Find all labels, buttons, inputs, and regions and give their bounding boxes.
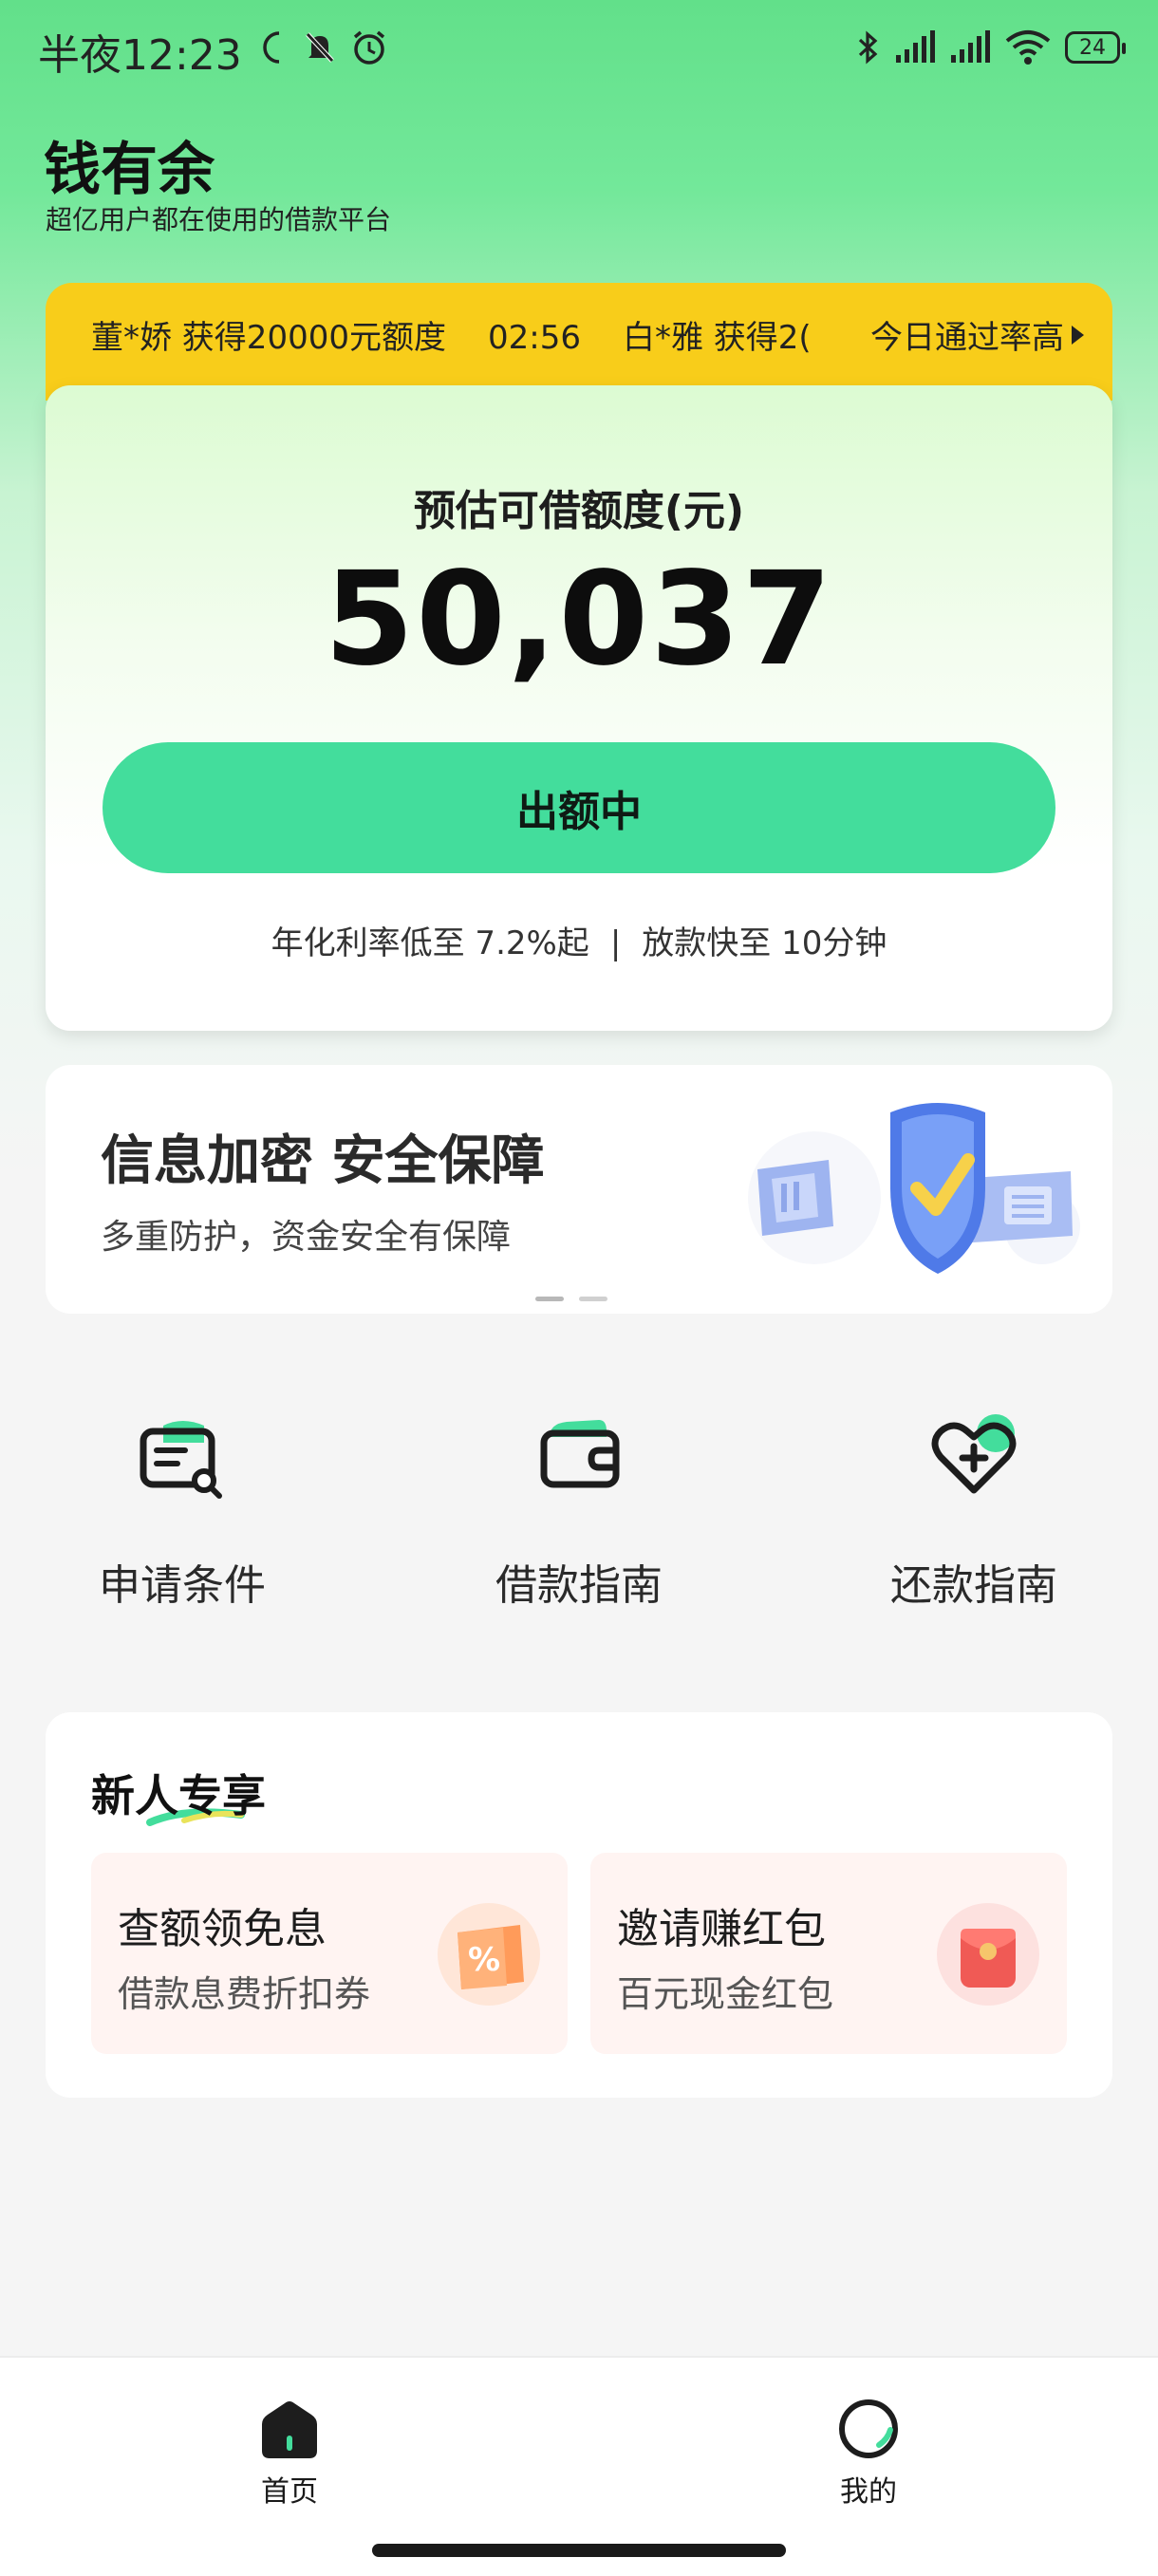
home-icon [262, 2401, 317, 2458]
status-right-icons: 24 [856, 27, 1126, 68]
home-indicator[interactable] [372, 2544, 786, 2557]
pagination-dot-active [535, 1297, 564, 1301]
banner-subtitle: 多重防护，资金安全有保障 [101, 1218, 512, 1257]
quick-actions: 申请条件 借款指南 还款指南 [0, 1405, 1158, 1633]
mute-bell-icon [306, 32, 334, 63]
signal-icon [951, 30, 990, 63]
quick-action-loan-guide[interactable]: 借款指南 [437, 1405, 721, 1612]
quick-action-label: 借款指南 [495, 1561, 663, 1610]
ticker-item: 董*娇 获得20000元额度 [91, 319, 446, 355]
ticker-track: 董*娇 获得20000元额度 02:56 白*雅 获得2( [91, 311, 850, 355]
credit-estimate-card: 预估可借额度(元) 50,037 出额中 年化利率低至 7.2%起 | 放款快至 1… [46, 385, 1112, 1031]
quick-action-repayment-guide[interactable]: 还款指南 [831, 1405, 1116, 1612]
nav-item-home[interactable]: 首页 [195, 2396, 384, 2510]
shield-illustration [748, 1103, 1080, 1274]
promo-title: 查额领免息 [118, 1905, 327, 1953]
wallet-icon [540, 1420, 620, 1488]
nav-label: 首页 [261, 2475, 318, 2509]
promo-title: 邀请赚红包 [617, 1905, 826, 1953]
quick-action-label: 申请条件 [99, 1561, 266, 1610]
app-subtitle: 超亿用户都在使用的借款平台 [46, 204, 392, 235]
rate-note-interest: 年化利率低至 7.2%起 [271, 924, 589, 962]
ticker-item: 02:56 [487, 319, 581, 355]
promo-card-invite-red-packet[interactable]: 邀请赚红包 百元现金红包 [590, 1853, 1067, 2054]
credit-limit-amount: 50,037 [324, 545, 834, 695]
bluetooth-icon [858, 30, 878, 65]
svg-text:%: % [468, 1941, 500, 1979]
ticker-pass-rate[interactable]: 今日通过率高 [870, 311, 1084, 358]
discount-coupon-icon: % [438, 1903, 540, 2006]
banner-pagination [535, 1297, 607, 1301]
status-time: 半夜12:23 [38, 31, 242, 80]
signal-icon [896, 30, 935, 63]
banner-title: 信息加密 安全保障 [101, 1130, 545, 1192]
application-conditions-icon [140, 1421, 222, 1499]
app-title: 钱有余 [44, 137, 215, 203]
quick-action-application-conditions[interactable]: 申请条件 [40, 1405, 325, 1612]
ticker-item: 白*雅 获得2( [622, 319, 812, 355]
rate-note-separator: | [609, 924, 622, 962]
play-arrow-icon [1072, 325, 1084, 345]
alarm-icon [353, 30, 385, 65]
promo-subtitle: 借款息费折扣券 [118, 1973, 371, 2015]
promo-subtitle: 百元现金红包 [617, 1973, 834, 2015]
wifi-icon [1005, 30, 1051, 65]
red-envelope-icon [937, 1903, 1039, 2006]
rate-note-speed: 放款快至 10分钟 [642, 924, 887, 962]
get-limit-button[interactable]: 出额中 [103, 742, 1055, 873]
security-banner[interactable]: 信息加密 安全保障 多重防护，资金安全有保障 [46, 1065, 1112, 1314]
section-title: 新人专享 [91, 1770, 266, 1821]
status-bar: 半夜12:23 24 [0, 0, 1158, 95]
heart-plus-icon [931, 1414, 1017, 1494]
battery-icon: 24 [1065, 31, 1126, 64]
credit-limit-label: 预估可借额度(元) [413, 487, 745, 535]
nav-item-profile[interactable]: 我的 [774, 2396, 963, 2510]
status-left-icons [258, 27, 387, 68]
quick-action-label: 还款指南 [890, 1561, 1057, 1610]
promo-card-interest-free[interactable]: 查额领免息 借款息费折扣券 % [91, 1853, 568, 2054]
ticker-pass-rate-label: 今日通过率高 [870, 319, 1064, 357]
profile-icon [839, 2399, 898, 2458]
rate-note: 年化利率低至 7.2%起 | 放款快至 10分钟 [46, 917, 1112, 963]
announcement-ticker[interactable]: 董*娇 获得20000元额度 02:56 白*雅 获得2( 今日通过率高 [46, 283, 1112, 401]
moon-icon [263, 31, 280, 64]
nav-label: 我的 [840, 2475, 897, 2509]
new-user-section: 新人专享 查额领免息 借款息费折扣券 % 邀请赚红包 百元现金红包 [46, 1712, 1112, 2098]
pagination-dot [579, 1297, 607, 1301]
